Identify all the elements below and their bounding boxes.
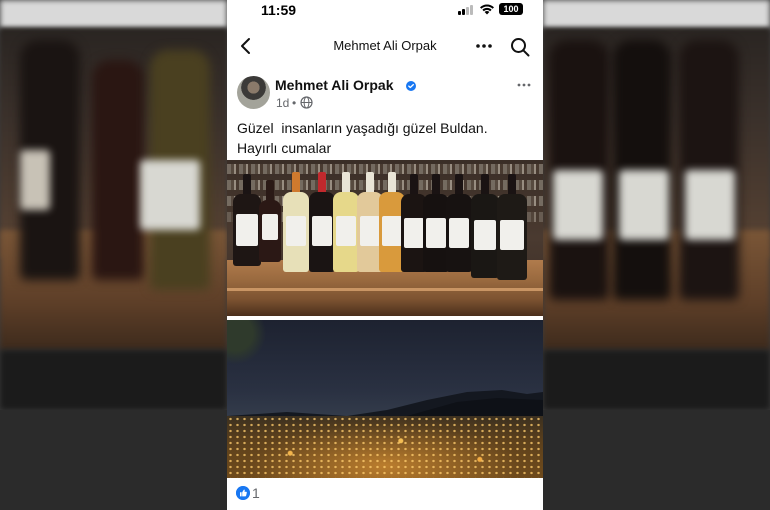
wifi-icon [480,4,494,15]
search-icon[interactable] [510,37,530,57]
night-city-photo[interactable] [227,320,543,478]
blurred-background-left [0,0,227,510]
like-icon [236,486,250,500]
phone-screen: 11:59 100 Mehmet Ali Orpak Mehmet Ali Or… [227,0,543,510]
battery-icon: 100 [499,3,523,15]
dot-separator: • [292,96,297,110]
post-text: Güzel insanların yaşadığı güzel Buldan. … [237,120,488,156]
post-header: Mehmet Ali Orpak 1d • [227,72,543,116]
status-time: 11:59 [261,2,297,18]
nav-title: Mehmet Ali Orpak [333,38,437,53]
wine-bottles-photo[interactable] [227,160,543,316]
blurred-background-right [543,0,770,510]
verified-badge-icon [406,81,416,91]
globe-icon [300,96,313,109]
post-options-icon[interactable] [517,81,531,89]
back-icon[interactable] [237,36,255,56]
status-bar: 11:59 100 [227,0,543,22]
post-timestamp[interactable]: 1d [276,96,289,110]
signal-icon [458,5,474,15]
avatar[interactable] [237,76,270,109]
more-icon[interactable] [475,38,493,54]
nav-bar: Mehmet Ali Orpak [227,26,543,66]
post-author-name[interactable]: Mehmet Ali Orpak [275,77,394,93]
like-count: 1 [252,485,260,501]
